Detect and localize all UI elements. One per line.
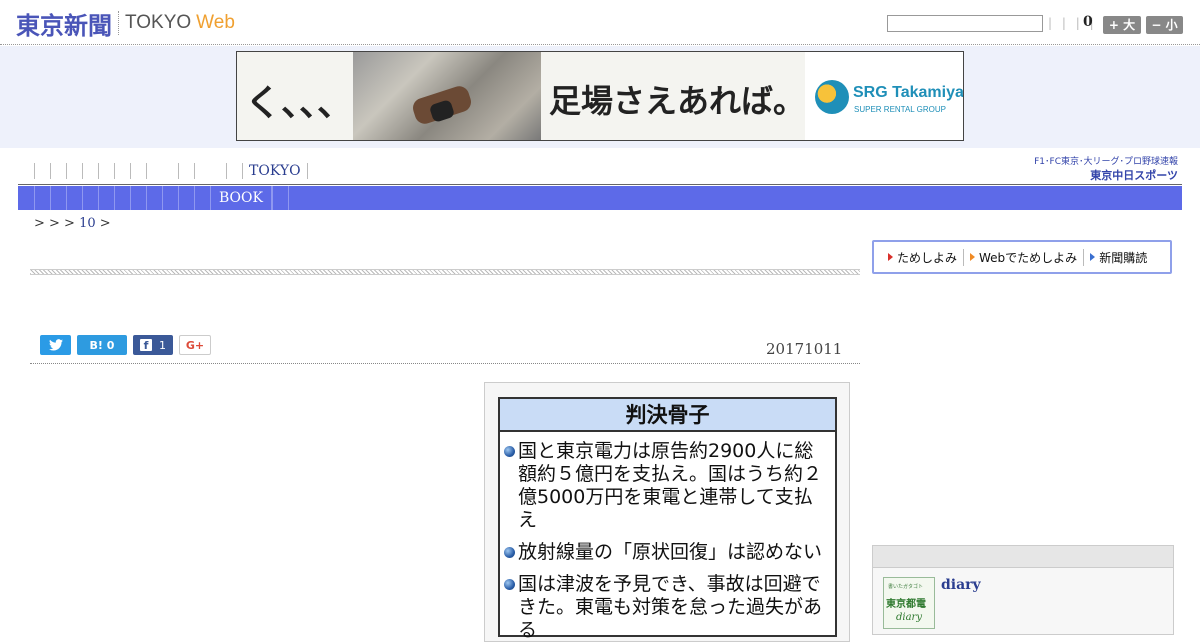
subnav-item[interactable] [130,186,146,210]
breadcrumb: > > > 10 > [34,216,111,231]
primary-nav: TOKYO [18,158,1018,184]
article-figure: 判決骨子 国と東京電力は原告約2900人に総額約５億円を支払え。国はうち約２億5… [484,382,850,642]
ad-banner[interactable]: く、、、 足場さえあれば。 SRG Takamiya SUPER RENTAL … [236,51,964,141]
diary-thumb-line2: 東京都電 [886,599,926,610]
ad-brand-sub: SUPER RENTAL GROUP [854,105,947,114]
diary-thumbnail[interactable]: 書いたガタゴト 東京都電 diary [883,577,935,629]
ruling-summary-box: 判決骨子 国と東京電力は原告約2900人に総額約５億円を支払え。国はうち約２億5… [498,397,837,641]
nav-item[interactable] [82,163,98,179]
nav-divider [18,184,1182,185]
bullet-icon [504,547,515,558]
ad-text-left: く、、、 [245,83,354,124]
ruling-summary-title: 判決骨子 [500,399,835,432]
search-input[interactable] [887,15,1043,32]
subnav-item[interactable] [194,186,210,210]
twitter-icon [48,339,63,351]
subnav-item[interactable] [271,186,288,210]
hatena-bookmark-button[interactable]: B! 0 [77,335,127,355]
site-logo[interactable]: 東京新聞 TOKYO Web [16,8,235,40]
subnav-item[interactable] [98,186,114,210]
secondary-nav: BOOK [18,186,1182,210]
date-divider [30,363,860,364]
subnav-item[interactable] [114,186,130,210]
facebook-share-button[interactable]: f 1 [133,335,173,355]
font-size-decrease-button[interactable]: − 小 [1146,16,1183,34]
google-plus-share-button[interactable]: G+ [179,335,211,355]
nav-item[interactable] [178,163,194,179]
list-item: 国は津波を予見でき、事故は回避できた。東電も対策を怠った過失がある [504,573,829,642]
subnav-item[interactable] [162,186,178,210]
nav-item[interactable] [34,163,50,179]
sponsor-line2: 東京中日スポーツ [1090,169,1178,182]
web-trial-read-link[interactable]: Webでためしよみ [963,248,1083,266]
list-item: 国と東京電力は原告約2900人に総額約５億円を支払え。国はうち約２億5000万円… [504,440,829,532]
sponsor-line1: F1･FC東京･大リーグ･プロ野球速報 [1034,157,1178,167]
subnav-item[interactable] [146,186,162,210]
nav-item[interactable] [130,163,146,179]
diary-title-link[interactable]: diary [941,577,981,593]
diary-widget: 書いたガタゴト 東京都電 diary diary [872,545,1174,635]
logo-divider [118,11,119,35]
subnav-item[interactable] [34,186,50,210]
subnav-item[interactable] [287,186,304,210]
ad-climber-photo [353,52,541,140]
logo-web-text: Web [196,12,235,33]
chunichi-sports-link[interactable]: F1･FC東京･大リーグ･プロ野球速報 東京中日スポーツ [1034,154,1178,183]
subnav-item[interactable] [82,186,98,210]
ad-brand-name: SRG Takamiya [853,84,964,101]
logo-jp-text: 東京新聞 [16,11,112,40]
trial-read-link[interactable]: ためしよみ [882,249,963,266]
nav-item-tokyo[interactable]: TOKYO [242,163,308,179]
nav-item[interactable] [114,163,130,179]
article-date: 20171011 [766,340,843,358]
list-item-text: 国と東京電力は原告約2900人に総額約５億円を支払え。国はうち約２億5000万円… [518,440,823,531]
trial-read-label: ためしよみ [897,250,958,265]
list-item-text: 国は津波を予見でき、事故は回避できた。東電も対策を怠った過失がある [518,573,823,641]
nav-item[interactable] [50,163,66,179]
twitter-share-button[interactable] [40,335,71,355]
diary-thumb-line3: diary [896,612,922,623]
site-header: 東京新聞 TOKYO Web | | | | 0 + 大 − 小 [0,0,1200,45]
nav-item[interactable] [98,163,114,179]
bullet-icon [504,579,515,590]
subscribe-link[interactable]: 新聞購読 [1083,248,1153,266]
subnav-item-book[interactable]: BOOK [210,186,272,210]
title-divider [30,269,860,275]
triangle-orange-icon [970,253,976,261]
triangle-blue-icon [1090,253,1096,261]
subscribe-label: 新聞購読 [1099,250,1148,265]
subnav-item[interactable] [50,186,66,210]
subnav-item[interactable] [178,186,194,210]
logo-tokyo-text: TOKYO [125,12,192,33]
nav-item[interactable] [66,163,82,179]
web-trial-read-label: Webでためしよみ [979,250,1078,265]
font-size-level: 0 [1083,14,1093,30]
list-item: 放射線量の「原状回復」は認めない [504,541,829,564]
subscription-links: ためしよみ Webでためしよみ 新聞購読 [872,240,1172,274]
list-item-text: 放射線量の「原状回復」は認めない [518,541,823,563]
nav-item[interactable] [194,163,210,179]
facebook-icon: f [140,339,152,352]
ad-brand-logo: SRG Takamiya SUPER RENTAL GROUP [805,52,964,140]
bullet-icon [504,446,515,457]
nav-item[interactable] [226,163,242,179]
facebook-count: 1 [159,338,166,352]
ruling-summary-list: 国と東京電力は原告約2900人に総額約５億円を支払え。国はうち約２億5000万円… [500,432,835,642]
nav-item[interactable] [146,163,162,179]
diary-widget-header [873,546,1173,568]
ad-text-main: 足場さえあれば。 [549,82,806,120]
elephant-logo-icon [815,80,849,114]
font-size-increase-button[interactable]: + 大 [1103,16,1141,34]
breadcrumb-separator: > [99,216,111,231]
subnav-item[interactable] [66,186,82,210]
triangle-red-icon [888,253,893,261]
breadcrumb-separators: > > > [34,216,75,231]
breadcrumb-link[interactable]: 10 [79,216,96,231]
diary-thumb-line1: 書いたガタゴト [888,584,924,590]
share-buttons: B! 0 f 1 G+ [40,335,211,355]
